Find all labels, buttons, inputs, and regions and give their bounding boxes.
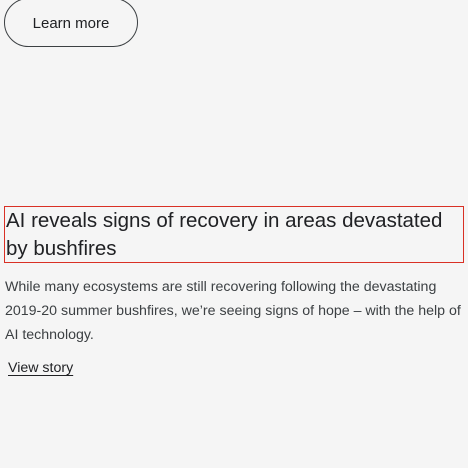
learn-more-button[interactable]: Learn more [4,0,138,47]
article-description: While many ecosystems are still recoveri… [5,279,461,343]
page: Learn more AI reveals signs of recovery … [0,0,468,468]
view-story-link[interactable]: View story [8,358,73,378]
article-headline: AI reveals signs of recovery in areas de… [4,206,464,263]
